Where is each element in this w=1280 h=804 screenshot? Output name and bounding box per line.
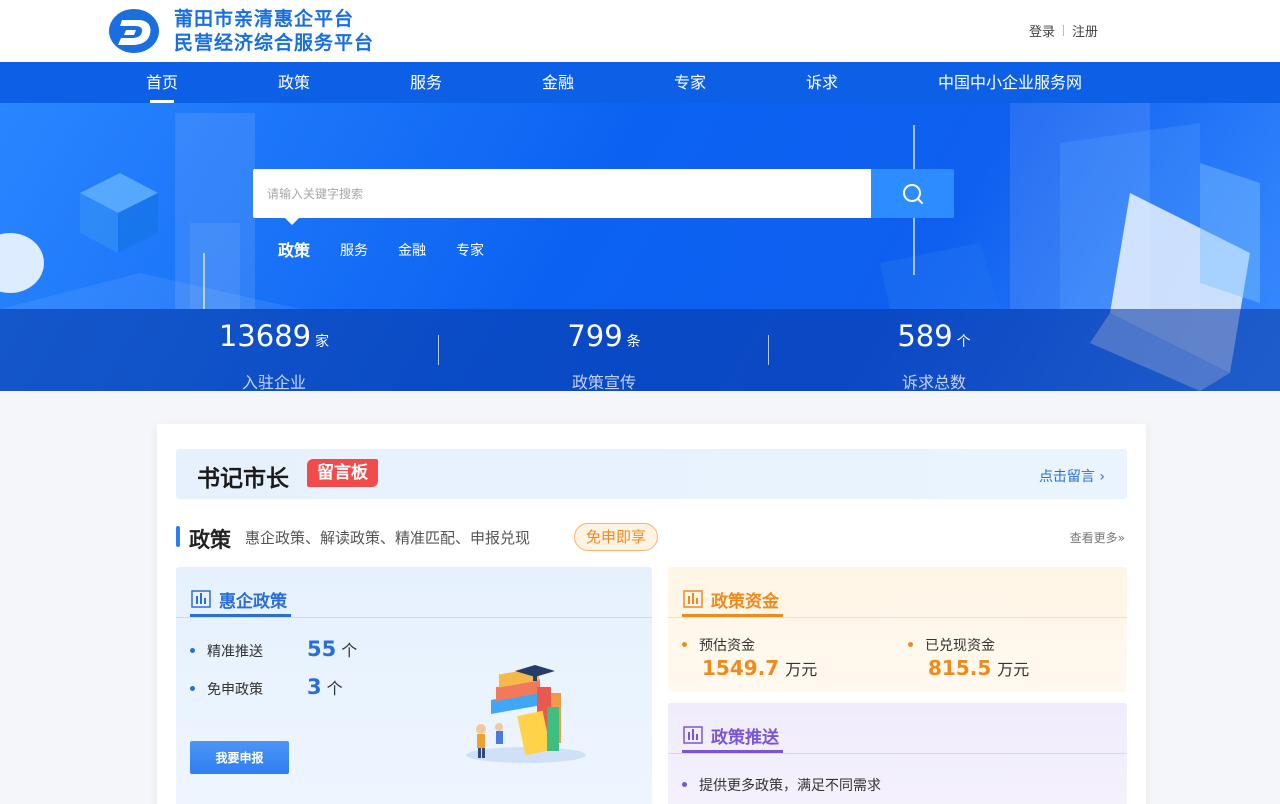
- push-description-row[interactable]: 提供更多政策，满足不同需求: [682, 775, 881, 795]
- panel-divider: [176, 617, 652, 618]
- main-content-card: 书记市长 留言板 点击留言 › 政策 惠企政策、解读政策、精准匹配、申报兑现 免…: [157, 424, 1146, 804]
- fund-label: 预估资金: [699, 638, 755, 654]
- auth-divider: [1062, 25, 1064, 36]
- stat-divider: [438, 335, 439, 365]
- title-line-2: 民营经济综合服务平台: [174, 32, 375, 54]
- stat-appeals: 589 个 诉求总数: [814, 309, 1054, 391]
- nav-item-sme-network[interactable]: 中国中小企业服务网: [938, 62, 1082, 103]
- fund-value: 1549.7: [702, 656, 780, 680]
- banner-title: 书记市长: [197, 466, 289, 492]
- auth-links: 登录 注册: [1029, 21, 1098, 40]
- exempt-application-pill[interactable]: 免申即享: [574, 523, 659, 551]
- stat-unit: 条: [626, 334, 641, 350]
- title-line-1: 莆田市亲清惠企平台: [174, 8, 355, 30]
- panel-header: 政策资金: [683, 581, 779, 617]
- leave-message-link[interactable]: 点击留言 ›: [1039, 466, 1105, 486]
- panel-title-underline: [190, 614, 291, 617]
- stat-divider: [768, 335, 769, 365]
- platform-title[interactable]: 莆田市亲清惠企平台 民营经济综合服务平台: [174, 7, 374, 55]
- stat-label: 入驻企业: [241, 373, 306, 391]
- row-label: 免申政策: [207, 682, 263, 698]
- nav-item-service[interactable]: 服务: [410, 62, 442, 103]
- row-unit: 个: [341, 641, 358, 660]
- bar-chart-icon: [683, 590, 703, 608]
- stat-enterprises: 13689 家 入驻企业: [154, 309, 394, 391]
- register-link[interactable]: 注册: [1072, 21, 1098, 40]
- panel-divider: [668, 753, 1127, 754]
- panel-enterprise-policy: 惠企政策 精准推送 55 个 免申政策 3 个 我要申报: [176, 567, 652, 804]
- panel-title: 政策推送: [711, 727, 779, 748]
- panel-policy-funds: 政策资金 预估资金 1549.7 万元 已兑现资金 815.5 万元: [668, 567, 1127, 692]
- fund-item-estimated[interactable]: 预估资金 1549.7 万元: [682, 635, 817, 680]
- nav-item-expert[interactable]: 专家: [674, 62, 706, 103]
- row-unit: 个: [326, 679, 343, 698]
- stat-unit: 个: [956, 334, 971, 350]
- stat-label: 政策宣传: [571, 373, 636, 391]
- section-description: 惠企政策、解读政策、精准匹配、申报兑现: [245, 529, 531, 547]
- nav-item-appeal[interactable]: 诉求: [806, 62, 838, 103]
- mayor-message-banner[interactable]: 书记市长 留言板 点击留言 ›: [176, 449, 1127, 499]
- main-nav: 首页 政策 服务 金融 专家 诉求 中国中小企业服务网: [0, 62, 1280, 103]
- fund-value: 815.5: [928, 656, 992, 680]
- panel-title: 惠企政策: [219, 591, 287, 612]
- bullet-dot: [682, 782, 687, 787]
- search-tab-service[interactable]: 服务: [340, 240, 368, 264]
- search-button[interactable]: [871, 169, 954, 218]
- bullet-dot: [908, 642, 913, 647]
- section-title: 政策: [189, 528, 231, 552]
- search-tab-finance[interactable]: 金融: [398, 240, 426, 264]
- nav-item-policy[interactable]: 政策: [278, 62, 310, 103]
- bullet-dot: [190, 686, 195, 691]
- bullet-dot: [190, 648, 195, 653]
- search-tab-expert[interactable]: 专家: [456, 240, 484, 264]
- panel-title: 政策资金: [711, 591, 779, 612]
- policy-section-header: 政策 惠企政策、解读政策、精准匹配、申报兑现 免申即享 查看更多»: [176, 523, 1127, 554]
- row-value: 55: [307, 637, 337, 661]
- stat-value: 589: [897, 319, 953, 353]
- stat-label: 诉求总数: [901, 373, 966, 391]
- active-tab-caret: [285, 218, 299, 225]
- search-tab-policy[interactable]: 政策: [278, 237, 310, 261]
- nav-item-finance[interactable]: 金融: [542, 62, 574, 103]
- push-description: 提供更多政策，满足不同需求: [699, 778, 881, 794]
- search-category-tabs: 政策 服务 金融 专家: [278, 237, 514, 261]
- fund-unit: 万元: [785, 660, 818, 679]
- nav-item-home[interactable]: 首页: [146, 62, 178, 103]
- section-accent-bar: [176, 526, 180, 547]
- bar-chart-icon: [683, 726, 703, 744]
- bar-chart-icon: [191, 590, 211, 608]
- search-input[interactable]: [253, 169, 871, 218]
- platform-logo-icon[interactable]: [108, 8, 160, 54]
- row-label: 精准推送: [207, 644, 263, 660]
- books-illustration-icon: [466, 665, 586, 763]
- panel-title-underline: [682, 614, 783, 617]
- login-link[interactable]: 登录: [1029, 21, 1055, 40]
- top-header: 莆田市亲清惠企平台 民营经济综合服务平台 登录 注册: [0, 0, 1280, 62]
- stat-value: 799: [567, 319, 623, 353]
- fund-item-redeemed[interactable]: 已兑现资金 815.5 万元: [908, 635, 1029, 680]
- hero-banner: 政策 服务 金融 专家 13689家 入驻企业 799条 政策宣传 589个 诉…: [0, 103, 1280, 391]
- message-board-badge: 留言板: [307, 459, 378, 487]
- fund-unit: 万元: [997, 660, 1030, 679]
- stat-policies: 799 条 政策宣传: [484, 309, 724, 391]
- panel-header: 惠企政策: [191, 581, 287, 617]
- fund-label: 已兑现资金: [925, 638, 995, 654]
- search-icon: [902, 183, 923, 204]
- stat-value: 13689: [218, 319, 312, 353]
- apply-button[interactable]: 我要申报: [190, 741, 289, 774]
- stat-row-precise-push[interactable]: 精准推送 55 个: [190, 637, 357, 661]
- row-value: 3: [307, 675, 322, 699]
- panel-divider: [668, 617, 1127, 618]
- panel-header: 政策推送: [683, 717, 779, 753]
- panel-policy-push: 政策推送 提供更多政策，满足不同需求: [668, 703, 1127, 804]
- bullet-dot: [682, 642, 687, 647]
- stat-unit: 家: [315, 334, 330, 350]
- stat-row-exempt-policy[interactable]: 免申政策 3 个: [190, 675, 343, 699]
- stats-bar: 13689 家 入驻企业 799 条 政策宣传 589 个 诉求总数: [0, 309, 1280, 391]
- panel-title-underline: [682, 750, 783, 753]
- view-more-link[interactable]: 查看更多»: [1070, 529, 1125, 546]
